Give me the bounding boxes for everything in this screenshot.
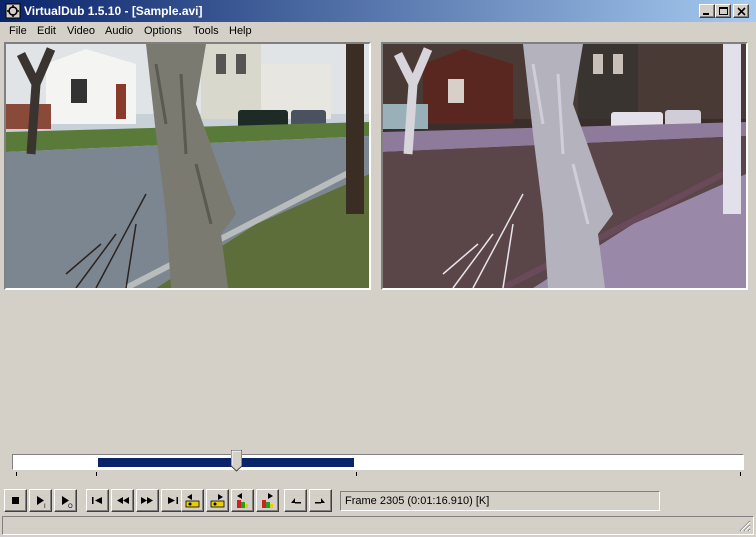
menu-video[interactable]: Video	[67, 25, 95, 37]
step-forward-button[interactable]	[136, 489, 159, 512]
next-scene-icon	[262, 493, 273, 508]
next-scene-button[interactable]	[256, 489, 279, 512]
play-output-icon: O	[62, 496, 73, 509]
mark-in-icon	[291, 498, 301, 504]
step-back-icon	[117, 497, 129, 504]
selection-range	[98, 458, 354, 467]
status-bar	[2, 516, 754, 535]
close-icon	[737, 7, 746, 16]
app-window: VirtualDub 1.5.10 - [Sample.avi] File Ed…	[0, 0, 756, 537]
menu-file[interactable]: File	[9, 25, 27, 37]
play-input-icon: I	[37, 496, 46, 509]
svg-text:O: O	[68, 504, 73, 509]
timeline-ticks	[12, 472, 744, 478]
minimize-button[interactable]	[699, 4, 715, 18]
window-title: VirtualDub 1.5.10 - [Sample.avi]	[24, 4, 203, 18]
output-video-frame	[383, 44, 746, 288]
next-keyframe-button[interactable]	[206, 489, 229, 512]
svg-text:I: I	[44, 504, 46, 509]
go-start-icon	[92, 497, 102, 504]
menu-options[interactable]: Options	[144, 25, 182, 37]
maximize-icon	[719, 7, 728, 15]
prev-keyframe-icon	[185, 494, 200, 508]
input-video-pane[interactable]	[4, 42, 371, 290]
play-input-button[interactable]: I	[29, 489, 52, 512]
menu-edit[interactable]: Edit	[37, 25, 56, 37]
play-output-button[interactable]: O	[54, 489, 77, 512]
timeline-slider[interactable]	[12, 450, 744, 472]
resize-grip-icon[interactable]	[739, 520, 751, 532]
minimize-icon	[703, 13, 709, 15]
next-keyframe-icon	[210, 494, 225, 508]
step-forward-icon	[141, 497, 153, 504]
mark-in-button[interactable]	[284, 489, 307, 512]
menu-audio[interactable]: Audio	[105, 25, 133, 37]
menu-bar: File Edit Video Audio Options Tools Help	[0, 22, 756, 41]
frame-position-display[interactable]: Frame 2305 (0:01:16.910) [K]	[340, 491, 660, 511]
menu-tools[interactable]: Tools	[193, 25, 219, 37]
tick-mark	[96, 472, 97, 476]
output-video-pane[interactable]	[381, 42, 748, 290]
tick-mark	[356, 472, 357, 476]
close-button[interactable]	[733, 4, 749, 18]
timeline-thumb[interactable]	[231, 450, 242, 472]
tick-mark	[740, 472, 741, 476]
app-icon[interactable]	[5, 3, 21, 19]
tick-mark	[16, 472, 17, 476]
prev-keyframe-button[interactable]	[181, 489, 204, 512]
mark-out-icon	[315, 498, 325, 504]
mark-out-button[interactable]	[309, 489, 332, 512]
input-video-frame	[6, 44, 369, 288]
prev-scene-icon	[237, 493, 248, 508]
stop-button[interactable]	[4, 489, 27, 512]
step-back-button[interactable]	[111, 489, 134, 512]
stop-icon	[12, 497, 19, 504]
menu-help[interactable]: Help	[229, 25, 252, 37]
title-bar[interactable]: VirtualDub 1.5.10 - [Sample.avi]	[0, 0, 756, 22]
prev-scene-button[interactable]	[231, 489, 254, 512]
maximize-button[interactable]	[715, 4, 731, 18]
go-start-button[interactable]	[86, 489, 109, 512]
go-end-icon	[168, 497, 178, 504]
